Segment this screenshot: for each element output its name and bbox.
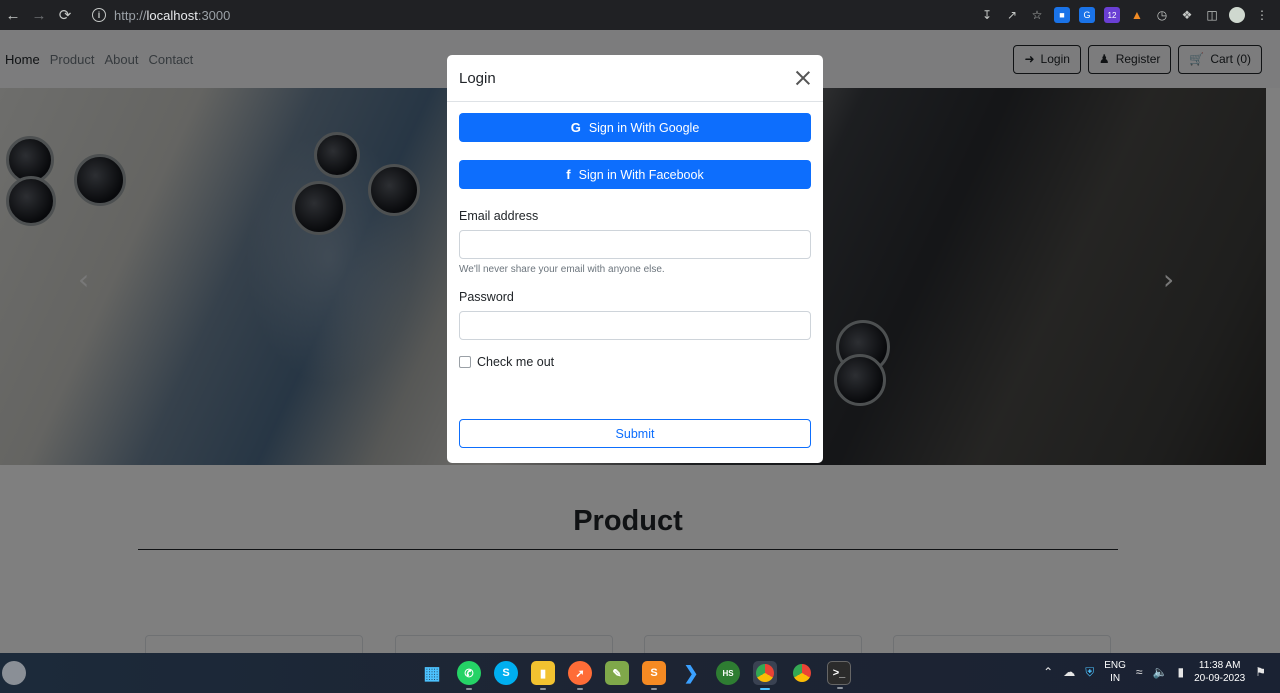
- install-app-icon[interactable]: ↧: [979, 7, 995, 23]
- modal-title: Login: [459, 69, 496, 87]
- address-bar[interactable]: i http://localhost:3000: [84, 4, 944, 26]
- notification-icon[interactable]: ⚑: [1255, 665, 1266, 679]
- security-shield-icon[interactable]: ⛨: [1085, 665, 1094, 680]
- google-signin-label: Sign in With Google: [588, 120, 700, 135]
- web-page: Home Product About Contact ➜ Login ♟ Reg…: [0, 30, 1280, 653]
- clock-time: 11:38 AM: [1198, 660, 1241, 671]
- clock-extension-icon[interactable]: ◷: [1154, 7, 1170, 23]
- url-host: localhost: [146, 7, 198, 23]
- metamask-fox-icon[interactable]: ▲: [1129, 7, 1145, 23]
- google-icon: G: [570, 120, 581, 135]
- profile-avatar[interactable]: [1229, 7, 1245, 23]
- extensions-area: ↧ ↗ ☆ ■ G 12 ▲ ◷ ❖ ◫ ⋮: [979, 7, 1270, 23]
- terminal-icon[interactable]: >_: [827, 661, 851, 689]
- sublime-text-icon[interactable]: S: [642, 661, 666, 690]
- share-icon[interactable]: ↗: [1004, 7, 1020, 23]
- url-scheme: http://: [114, 7, 147, 23]
- modal-body: G Sign in With Google f Sign in With Fac…: [447, 102, 823, 448]
- skype-icon[interactable]: S: [494, 661, 518, 685]
- check-me-out-row: Check me out: [459, 355, 811, 369]
- close-icon[interactable]: [795, 70, 811, 86]
- clock-date: 20-09-2023: [1194, 673, 1246, 684]
- reload-icon[interactable]: ⟳: [52, 2, 78, 28]
- system-tray: ⌃ ☁ ⛨ ENG IN ≈ 🔈 ▮ 11:38 AM 20-09-2023 ⚑: [1043, 659, 1266, 685]
- language-code: ENG: [1104, 660, 1126, 671]
- whatsapp-icon[interactable]: ✆: [457, 661, 481, 690]
- translate-extension-icon[interactable]: G: [1079, 7, 1095, 23]
- windows-start-icon[interactable]: ▦: [420, 661, 444, 685]
- region-code: IN: [1110, 673, 1121, 684]
- password-label: Password: [459, 290, 514, 304]
- modal-header: Login: [447, 55, 823, 102]
- facebook-signin-button[interactable]: f Sign in With Facebook: [459, 160, 811, 189]
- language-indicator[interactable]: ENG IN: [1104, 659, 1126, 685]
- windows-taskbar: ▦ ✆ S ▮ ➚ ✎ S ❯ HS >_ ⌃ ☁ ⛨ ENG IN ≈ 🔈 ▮…: [0, 653, 1280, 693]
- facebook-signin-label: Sign in With Facebook: [578, 167, 704, 182]
- weather-widget-icon[interactable]: [2, 661, 26, 685]
- vscode-icon[interactable]: ❯: [679, 661, 703, 685]
- chevron-up-icon[interactable]: ⌃: [1043, 665, 1053, 679]
- kebab-menu-icon[interactable]: ⋮: [1254, 7, 1270, 23]
- shield-extension-icon[interactable]: ■: [1054, 7, 1070, 23]
- site-info-icon[interactable]: i: [92, 8, 106, 22]
- battery-icon[interactable]: ▮: [1177, 665, 1184, 679]
- chrome-active-icon[interactable]: [753, 661, 777, 690]
- check-me-out-checkbox[interactable]: [459, 356, 471, 368]
- browser-toolbar: ← → ⟳ i http://localhost:3000 ↧ ↗ ☆ ■ G …: [0, 0, 1280, 30]
- email-field[interactable]: [459, 230, 811, 259]
- side-panel-icon[interactable]: ◫: [1204, 7, 1220, 23]
- notepad-icon[interactable]: ✎: [605, 661, 629, 685]
- badge-extension-icon[interactable]: 12: [1104, 7, 1120, 23]
- chrome-icon[interactable]: [790, 661, 814, 685]
- puzzle-extensions-icon[interactable]: ❖: [1179, 7, 1195, 23]
- onedrive-cloud-icon[interactable]: ☁: [1063, 665, 1075, 679]
- password-field[interactable]: [459, 311, 811, 340]
- wifi-icon[interactable]: ≈: [1136, 665, 1143, 679]
- hs-app-icon[interactable]: HS: [716, 661, 740, 685]
- postman-icon[interactable]: ➚: [568, 661, 592, 690]
- url-port: :3000: [197, 7, 231, 23]
- email-help-text: We'll never share your email with anyone…: [459, 264, 665, 275]
- file-explorer-icon[interactable]: ▮: [531, 661, 555, 690]
- google-signin-button[interactable]: G Sign in With Google: [459, 113, 811, 142]
- taskbar-apps: ▦ ✆ S ▮ ➚ ✎ S ❯ HS >_: [420, 661, 851, 690]
- email-label: Email address: [459, 209, 539, 223]
- clock[interactable]: 11:38 AM 20-09-2023: [1194, 659, 1245, 685]
- submit-button[interactable]: Submit: [459, 419, 811, 448]
- back-arrow-icon[interactable]: ←: [0, 2, 26, 28]
- speaker-icon[interactable]: 🔈: [1153, 665, 1168, 679]
- check-me-out-label[interactable]: Check me out: [477, 355, 554, 369]
- forward-arrow-icon[interactable]: →: [26, 2, 52, 28]
- login-modal: Login G Sign in With Google f Sign in Wi…: [447, 55, 823, 463]
- bookmark-star-icon[interactable]: ☆: [1029, 7, 1045, 23]
- facebook-icon: f: [566, 167, 571, 182]
